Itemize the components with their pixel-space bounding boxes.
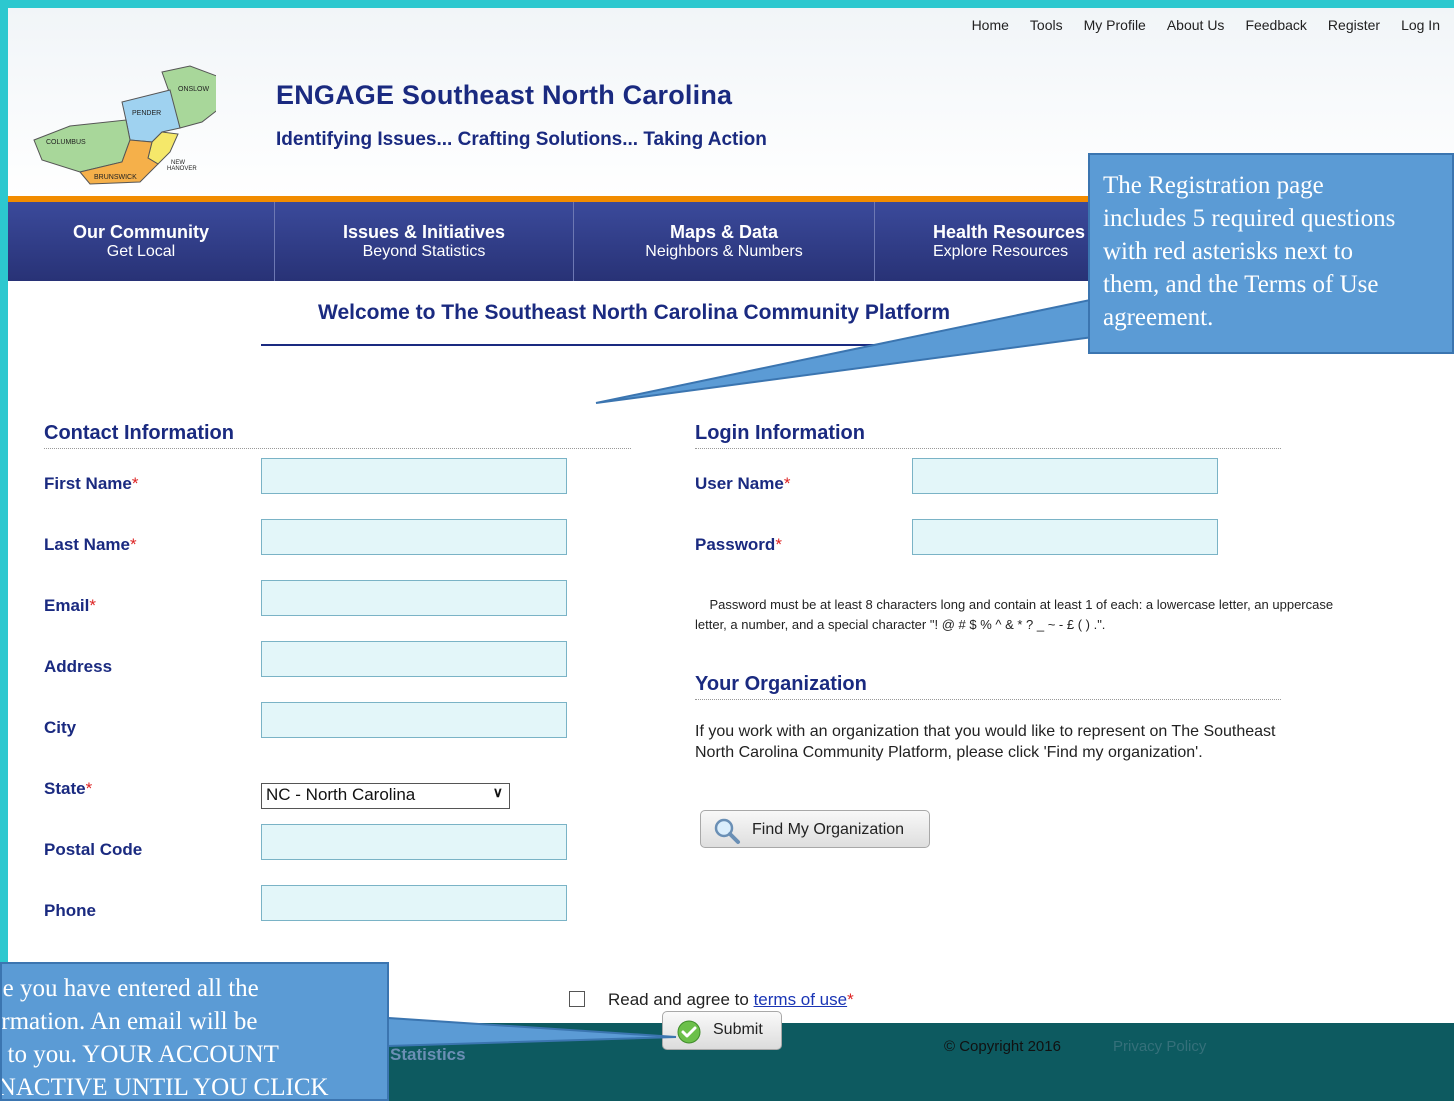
last-name-input[interactable] [261, 519, 567, 555]
password-label-text: Password [695, 535, 776, 554]
footer-copyright: © Copyright 2016 [944, 1038, 1061, 1055]
city-label-text: City [44, 718, 77, 737]
login-heading: Login Information [695, 422, 1281, 449]
logo-label-columbus: COLUMBUS [46, 139, 86, 146]
nav-title: Maps & Data [669, 222, 779, 242]
logo-label-onslow: ONSLOW [178, 86, 210, 93]
callout-submit-info: Once you have entered all the informatio… [0, 962, 389, 1101]
required-asterisk: * [131, 474, 139, 493]
organization-text: If you work with an organization that yo… [695, 723, 1276, 761]
footer-statistics[interactable]: Statistics [390, 1045, 466, 1065]
contact-heading: Contact Information [44, 422, 631, 449]
callout-bottom-line-3: sent to you. YOUR ACCOUNT [2, 1041, 279, 1068]
magnifier-icon [714, 818, 740, 844]
welcome-title: Welcome to The Southeast North Carolina … [318, 301, 951, 324]
state-label: State* [44, 779, 92, 799]
callout-bottom-line-4: IS INACTIVE UNTIL YOU CLICK [0, 1074, 329, 1101]
submit-label: Submit [713, 1021, 763, 1038]
postal-code-label-text: Postal Code [44, 840, 143, 859]
nav-title: Issues & Initiatives [342, 222, 506, 242]
nav-subtitle: Beyond Statistics [362, 243, 486, 260]
required-asterisk: * [129, 535, 137, 554]
email-label-text: Email [44, 596, 90, 615]
top-link-home[interactable]: Home [972, 17, 1009, 33]
address-label: Address [44, 657, 112, 677]
callout-top-line-4: them, and the Terms of Use [1103, 271, 1379, 298]
chevron-down-icon: ∨ [492, 784, 503, 800]
footer-privacy-link[interactable]: Privacy Policy [1113, 1038, 1206, 1055]
email-label: Email* [44, 596, 96, 616]
postal-code-input[interactable] [261, 824, 567, 860]
top-link-about-us[interactable]: About Us [1167, 17, 1225, 33]
user-name-label-text: User Name [695, 474, 784, 493]
top-link-log-in[interactable]: Log In [1401, 17, 1440, 33]
callout-bottom-line-2: information. An email will be [1, 1008, 258, 1035]
submit-button[interactable]: Submit [662, 1011, 782, 1050]
first-name-input[interactable] [261, 458, 567, 494]
top-link-tools[interactable]: Tools [1030, 17, 1063, 33]
postal-code-label: Postal Code [44, 840, 142, 860]
callout-top-line-1: The Registration page [1103, 172, 1324, 199]
terms-required-mark: * [847, 990, 854, 1009]
callout-top-line-5: agreement. [1103, 304, 1214, 331]
state-select-value: NC - North Carolina [266, 785, 416, 804]
top-link-my-profile[interactable]: My Profile [1084, 17, 1146, 33]
phone-label: Phone [44, 901, 96, 921]
site-title: ENGAGE Southeast North Carolina [276, 80, 733, 110]
nav-maps-data[interactable]: Maps & Data Neighbors & Numbers [574, 202, 875, 281]
top-link-register[interactable]: Register [1328, 17, 1380, 33]
city-label: City [44, 718, 76, 738]
terms-agreement: Read and agree to terms of use* [608, 990, 854, 1010]
find-organization-button[interactable]: Find My Organization [700, 810, 930, 848]
callout-top-line-3: with red asterisks next to [1103, 238, 1353, 265]
top-links: Home Tools My Profile About Us Feedback Regis… [972, 17, 1440, 33]
last-name-label: Last Name* [44, 535, 137, 555]
logo-label-new-hanover-2: HANOVER [167, 166, 197, 172]
phone-input[interactable] [261, 885, 567, 921]
password-requirements: Password must be at least 8 characters l… [695, 595, 1355, 635]
state-select[interactable]: NC - North Carolina ∨ [261, 783, 510, 809]
callout-required-questions: The Registration page includes 5 require… [1088, 153, 1454, 354]
required-asterisk: * [775, 535, 782, 554]
phone-label-text: Phone [44, 901, 96, 920]
password-label: Password* [695, 535, 782, 555]
terms-prefix: Read and agree to [608, 990, 754, 1009]
welcome-banner: Welcome to The Southeast North Carolina … [261, 280, 961, 346]
first-name-label-text: First Name [44, 474, 132, 493]
address-label-text: Address [44, 657, 113, 676]
nav-title: Our Community [72, 222, 209, 242]
callout-top-line-2: includes 5 required questions [1103, 205, 1396, 232]
nav-subtitle: Explore Resources [933, 243, 1069, 260]
logo-label-brunswick: BRUNSWICK [94, 174, 137, 181]
checkmark-icon [677, 1020, 701, 1044]
first-name-label: First Name* [44, 474, 139, 494]
find-organization-label: Find My Organization [752, 821, 905, 838]
nav-issues-initiatives[interactable]: Issues & Initiatives Beyond Statistics [275, 202, 574, 281]
required-asterisk: * [85, 779, 93, 798]
nav-our-community[interactable]: Our Community Get Local [8, 202, 275, 281]
terms-of-use-link[interactable]: terms of use [754, 990, 848, 1009]
logo-label-pender: PENDER [132, 110, 161, 117]
organization-heading: Your Organization [695, 673, 1281, 700]
top-link-feedback[interactable]: Feedback [1245, 17, 1306, 33]
password-input[interactable] [912, 519, 1218, 555]
nav-title: Health Resources [933, 222, 1086, 242]
password-requirements-text: Password must be at least 8 characters l… [695, 597, 1334, 632]
callout-bottom-line-1: Once you have entered all the [2, 975, 259, 1002]
city-input[interactable] [261, 702, 567, 738]
nav-subtitle: Neighbors & Numbers [645, 243, 803, 260]
address-input[interactable] [261, 641, 567, 677]
nav-subtitle: Get Local [106, 243, 176, 260]
region-map-logo: ONSLOW PENDER COLUMBUS NEW HANOVER BRUNS… [33, 65, 216, 185]
site-tagline: Identifying Issues... Crafting Solutions… [276, 129, 767, 150]
user-name-input[interactable] [912, 458, 1218, 494]
required-asterisk: * [783, 474, 791, 493]
terms-checkbox[interactable] [569, 991, 585, 1007]
last-name-label-text: Last Name [44, 535, 130, 554]
required-asterisk: * [89, 596, 96, 615]
email-input[interactable] [261, 580, 567, 616]
state-label-text: State [44, 779, 86, 798]
user-name-label: User Name* [695, 474, 790, 494]
